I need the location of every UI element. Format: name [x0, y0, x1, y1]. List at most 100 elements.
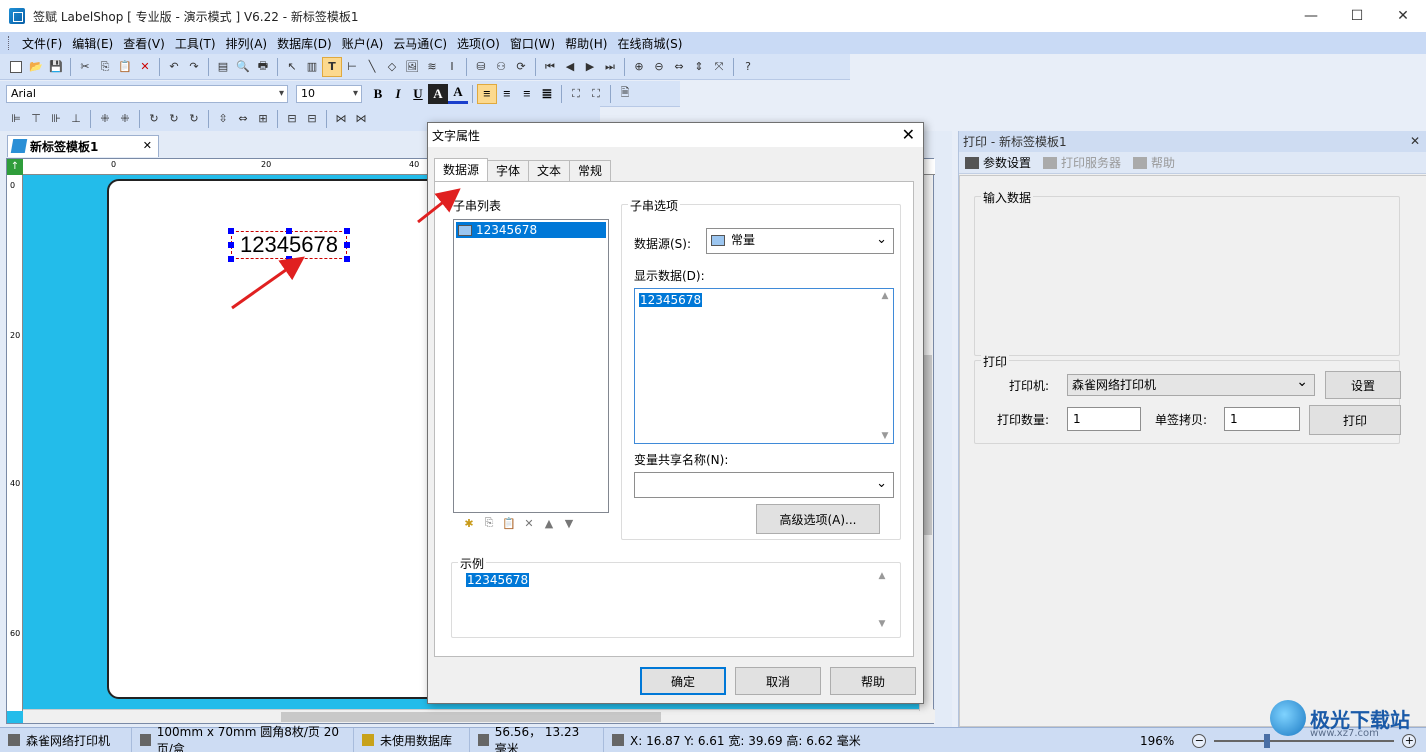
- ok-button[interactable]: 确定: [640, 667, 726, 695]
- resize-handle[interactable]: [228, 256, 234, 262]
- resize-handle[interactable]: [344, 256, 350, 262]
- printer-select[interactable]: 森雀网络打印机: [1067, 372, 1315, 396]
- menu-yunmatong[interactable]: 云马通(C): [388, 35, 452, 52]
- label-paper[interactable]: 12345678: [107, 179, 447, 699]
- horizontal-scrollbar[interactable]: [23, 709, 935, 723]
- add-substring-icon[interactable]: ✱: [459, 515, 479, 531]
- next-record-icon[interactable]: ▶: [580, 57, 600, 77]
- page-setup-icon[interactable]: ▤: [213, 57, 233, 77]
- align-left-icon[interactable]: ≡: [477, 83, 497, 104]
- align-right-icon[interactable]: ≡: [517, 84, 537, 104]
- paste-icon[interactable]: 📋: [115, 57, 135, 77]
- share-name-select[interactable]: ⌄: [634, 472, 894, 498]
- distribute-v-icon[interactable]: ⁜: [115, 109, 135, 129]
- prev-record-icon[interactable]: ◀: [560, 57, 580, 77]
- align-top-edge-icon[interactable]: ⊤: [26, 109, 46, 129]
- align-center-icon[interactable]: ≡: [497, 84, 517, 104]
- same-width-icon[interactable]: ⇔: [233, 109, 253, 129]
- ruler-corner[interactable]: ↑: [7, 159, 23, 175]
- move-down-icon[interactable]: ▼: [559, 515, 579, 531]
- ungroup-icon[interactable]: ⛶: [586, 84, 606, 104]
- scroll-down-icon[interactable]: ▼: [882, 431, 889, 441]
- printer-settings-button[interactable]: 设置: [1325, 371, 1401, 399]
- italic-button[interactable]: I: [388, 84, 408, 104]
- new-file-icon[interactable]: [6, 57, 26, 77]
- paste-substring-icon[interactable]: 📋: [499, 515, 519, 531]
- copy-substring-icon[interactable]: ⎘: [479, 515, 499, 531]
- menu-arrange[interactable]: 排列(A): [221, 35, 273, 52]
- last-record-icon[interactable]: ⏭: [600, 57, 620, 77]
- delete-icon[interactable]: ✕: [135, 57, 155, 77]
- copy-icon[interactable]: ⎘: [95, 57, 115, 77]
- menu-database[interactable]: 数据库(D): [272, 35, 337, 52]
- distribute-h-icon[interactable]: ⁜: [95, 109, 115, 129]
- dialog-close-icon[interactable]: ✕: [902, 125, 915, 144]
- first-record-icon[interactable]: ⏮: [540, 57, 560, 77]
- zoom-slider[interactable]: [1214, 733, 1395, 748]
- help-button[interactable]: 帮助: [830, 667, 916, 695]
- print-preview-icon[interactable]: 🔍: [233, 57, 253, 77]
- tab-text[interactable]: 文本: [528, 160, 571, 181]
- center-v-icon[interactable]: ⊟: [302, 109, 322, 129]
- align-right-edge-icon[interactable]: ⊪: [46, 109, 66, 129]
- font-family-select[interactable]: Arial: [6, 84, 288, 103]
- scroll-up-icon[interactable]: ▲: [882, 291, 889, 301]
- print-count-input[interactable]: 1: [1067, 407, 1141, 431]
- menu-tools[interactable]: 工具(T): [170, 35, 221, 52]
- redo-icon[interactable]: ↷: [184, 57, 204, 77]
- database-icon[interactable]: ⛁: [471, 57, 491, 77]
- bold-button[interactable]: B: [368, 84, 388, 104]
- document-tab[interactable]: 新标签模板1 ✕: [7, 135, 159, 157]
- text-background-button[interactable]: A: [428, 83, 448, 104]
- undo-icon[interactable]: ↶: [164, 57, 184, 77]
- rotate-90-icon[interactable]: ↻: [144, 109, 164, 129]
- resize-handle[interactable]: [228, 228, 234, 234]
- copies-input[interactable]: 1: [1224, 407, 1300, 431]
- shape-icon[interactable]: ◇: [382, 57, 402, 77]
- move-up-icon[interactable]: ▲: [539, 515, 559, 531]
- tab-font[interactable]: 字体: [487, 160, 530, 181]
- zoom-out-icon[interactable]: ⊖: [649, 57, 669, 77]
- print-server-button[interactable]: 打印服务器: [1043, 154, 1121, 171]
- close-icon[interactable]: ✕: [1380, 0, 1426, 32]
- minimize-icon[interactable]: —: [1288, 0, 1334, 32]
- cut-icon[interactable]: ✂: [75, 57, 95, 77]
- panel-close-icon[interactable]: ✕: [1410, 134, 1420, 148]
- display-data-textarea[interactable]: 12345678 ▲ ▼: [634, 288, 894, 444]
- advanced-options-button[interactable]: 高级选项(A)...: [756, 504, 880, 534]
- text-object[interactable]: 12345678: [231, 231, 347, 259]
- print-button[interactable]: 打印: [1309, 405, 1401, 435]
- scroll-up-icon[interactable]: ▲: [879, 571, 886, 581]
- cursor-text-icon[interactable]: I: [442, 57, 462, 77]
- barcode-icon[interactable]: ▥: [302, 57, 322, 77]
- group-icon[interactable]: ⛶: [566, 84, 586, 104]
- image-icon[interactable]: 🖼: [402, 57, 422, 77]
- scroll-down-icon[interactable]: ▼: [879, 619, 886, 629]
- resize-handle[interactable]: [344, 242, 350, 248]
- tab-general[interactable]: 常规: [569, 160, 612, 181]
- line-diag-icon[interactable]: ╲: [362, 57, 382, 77]
- remove-substring-icon[interactable]: ✕: [519, 515, 539, 531]
- menu-edit[interactable]: 编辑(E): [67, 35, 118, 52]
- fit-width-icon[interactable]: ⇔: [669, 57, 689, 77]
- refresh-icon[interactable]: ⟳: [511, 57, 531, 77]
- textarea-scrollbar[interactable]: ▲ ▼: [879, 291, 891, 441]
- rotate-180-icon[interactable]: ↻: [164, 109, 184, 129]
- fit-page-icon[interactable]: ⤧: [709, 57, 729, 77]
- menu-store[interactable]: 在线商城(S): [612, 35, 687, 52]
- menu-account[interactable]: 账户(A): [337, 35, 389, 52]
- space-h-icon[interactable]: ⋈: [331, 109, 351, 129]
- cancel-button[interactable]: 取消: [735, 667, 821, 695]
- pointer-icon[interactable]: ↖: [282, 57, 302, 77]
- menu-file[interactable]: 文件(F): [17, 35, 67, 52]
- text-color-button[interactable]: A: [448, 84, 468, 104]
- zoom-in-icon[interactable]: ⊕: [629, 57, 649, 77]
- list-item[interactable]: 12345678: [456, 222, 606, 238]
- panel-help-button[interactable]: 帮助: [1133, 154, 1175, 171]
- datasource-select[interactable]: 常量 ⌄: [706, 228, 894, 254]
- fit-height-icon[interactable]: ⇕: [689, 57, 709, 77]
- properties-icon[interactable]: 🗎: [615, 84, 635, 104]
- menu-window[interactable]: 窗口(W): [505, 35, 560, 52]
- line-h-icon[interactable]: ⊢: [342, 57, 362, 77]
- zoom-out-button[interactable]: −: [1192, 733, 1207, 748]
